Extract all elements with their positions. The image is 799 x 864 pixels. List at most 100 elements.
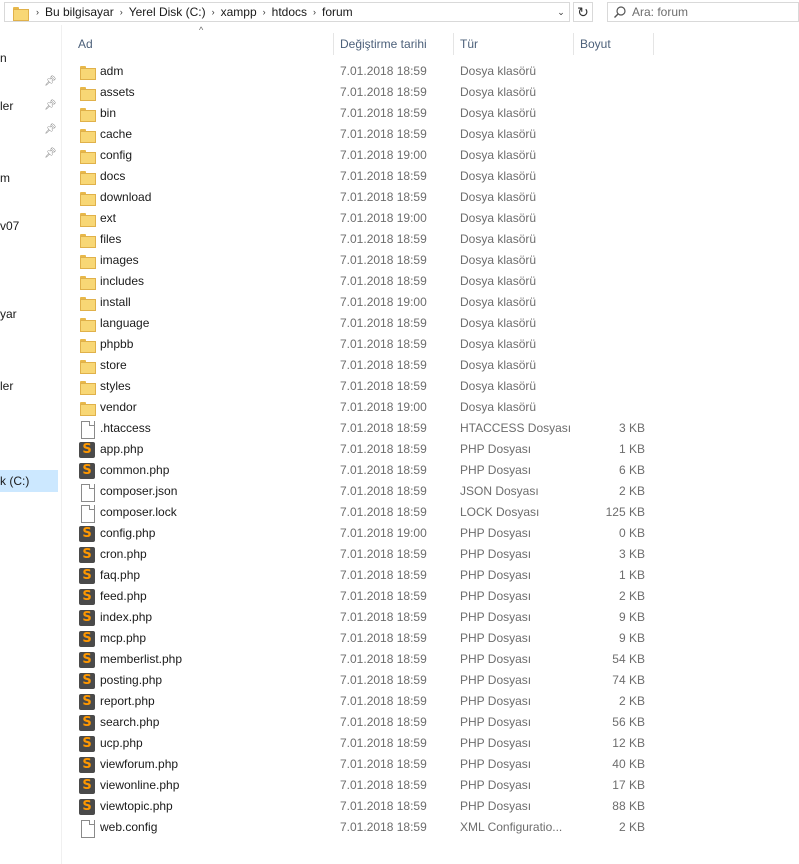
folder-icon [79,106,96,122]
folder-icon [12,5,29,21]
file-row[interactable]: styles 7.01.2018 18:59 Dosya klasörü [62,376,799,397]
pin-icon[interactable]: 📌︎ [44,148,57,160]
chevron-down-icon[interactable]: ⌄ [553,3,569,21]
file-icon [79,505,95,523]
column-date-modified[interactable]: Değiştirme tarihi [334,33,454,55]
file-row[interactable]: download 7.01.2018 18:59 Dosya klasörü [62,187,799,208]
chevron-right-icon[interactable]: › [257,7,272,17]
file-row[interactable]: images 7.01.2018 18:59 Dosya klasörü [62,250,799,271]
pin-icon[interactable]: 📌︎ [44,100,57,112]
file-icon [79,421,95,439]
file-date-modified: 7.01.2018 18:59 [340,106,427,120]
folder-icon [79,316,96,332]
nav-item-local-disk[interactable]: k (C:) [0,470,58,492]
column-type[interactable]: Tür [454,33,574,55]
file-row[interactable]: language 7.01.2018 18:59 Dosya klasörü [62,313,799,334]
chevron-right-icon[interactable]: › [30,7,45,17]
file-row[interactable]: install 7.01.2018 19:00 Dosya klasörü [62,292,799,313]
file-row[interactable]: cache 7.01.2018 18:59 Dosya klasörü [62,124,799,145]
pin-icon[interactable]: 📌︎ [44,76,57,88]
file-size: 1 KB [618,442,645,456]
nav-item[interactable]: n [0,47,58,69]
file-row[interactable]: report.php 7.01.2018 18:59 PHP Dosyası 2 KB [62,691,799,712]
chevron-right-icon[interactable]: › [114,7,129,17]
file-date-modified: 7.01.2018 18:59 [340,421,427,435]
nav-item[interactable]: yar [0,303,58,325]
file-type: Dosya klasörü [460,253,537,267]
folder-icon [79,211,96,227]
refresh-button[interactable]: ↻ [573,2,593,22]
file-row[interactable]: config 7.01.2018 19:00 Dosya klasörü [62,145,799,166]
nav-item-label: ler [0,379,14,393]
address-box[interactable]: › Bu bilgisayar › Yerel Disk (C:) › xamp… [4,2,570,22]
file-type: Dosya klasörü [460,85,537,99]
column-name[interactable]: Ad [72,33,334,55]
file-type: Dosya klasörü [460,337,537,351]
breadcrumb-local-disk[interactable]: Yerel Disk (C:) [129,5,206,19]
file-date-modified: 7.01.2018 18:59 [340,253,427,267]
file-row[interactable]: docs 7.01.2018 18:59 Dosya klasörü [62,166,799,187]
php-file-icon [79,567,95,584]
file-row[interactable]: mcp.php 7.01.2018 18:59 PHP Dosyası 9 KB [62,628,799,649]
file-icon [79,484,95,502]
breadcrumb-forum[interactable]: forum [322,5,353,19]
file-type: PHP Dosyası [460,715,532,729]
file-row[interactable]: .htaccess 7.01.2018 18:59 HTACCESS Dosyası… [62,418,799,439]
file-size: 54 KB [612,652,645,666]
column-size[interactable]: Boyut [574,33,654,55]
file-row[interactable]: posting.php 7.01.2018 18:59 PHP Dosyası 74 … [62,670,799,691]
file-row[interactable]: search.php 7.01.2018 18:59 PHP Dosyası 56 K… [62,712,799,733]
php-file-icon [79,714,95,731]
file-row[interactable]: viewonline.php 7.01.2018 18:59 PHP Dosyası… [62,775,799,796]
search-input[interactable] [632,5,792,19]
breadcrumb-this-pc[interactable]: Bu bilgisayar [45,5,114,19]
file-date-modified: 7.01.2018 18:59 [340,589,427,603]
file-date-modified: 7.01.2018 18:59 [340,505,427,519]
file-list: adm 7.01.2018 18:59 Dosya klasörü assets 7.0… [62,61,799,838]
nav-item[interactable]: v07 [0,215,58,237]
file-row[interactable]: config.php 7.01.2018 19:00 PHP Dosyası 0 KB [62,523,799,544]
file-name: cron.php [100,547,147,561]
file-date-modified: 7.01.2018 18:59 [340,736,427,750]
file-row[interactable]: store 7.01.2018 18:59 Dosya klasörü [62,355,799,376]
file-size: 1 KB [618,568,645,582]
file-row[interactable]: app.php 7.01.2018 18:59 PHP Dosyası 1 KB [62,439,799,460]
chevron-right-icon[interactable]: › [307,7,322,17]
file-row[interactable]: adm 7.01.2018 18:59 Dosya klasörü [62,61,799,82]
chevron-right-icon[interactable]: › [206,7,221,17]
folder-icon [79,379,96,395]
file-row[interactable]: composer.json 7.01.2018 18:59 JSON Dosyası… [62,481,799,502]
file-row[interactable]: cron.php 7.01.2018 18:59 PHP Dosyası 3 KB [62,544,799,565]
file-row[interactable]: faq.php 7.01.2018 18:59 PHP Dosyası 1 KB [62,565,799,586]
file-name: composer.json [100,484,178,498]
file-row[interactable]: includes 7.01.2018 18:59 Dosya klasörü [62,271,799,292]
search-box[interactable] [607,2,799,22]
nav-item[interactable]: m [0,167,58,189]
file-size: 2 KB [618,694,645,708]
breadcrumb-xampp[interactable]: xampp [221,5,257,19]
folder-icon [79,274,96,290]
folder-icon [79,253,96,269]
file-row[interactable]: files 7.01.2018 18:59 Dosya klasörü [62,229,799,250]
file-row[interactable]: composer.lock 7.01.2018 18:59 LOCK Dosyası… [62,502,799,523]
pin-icon[interactable]: 📌︎ [44,124,57,136]
file-row[interactable]: assets 7.01.2018 18:59 Dosya klasörü [62,82,799,103]
breadcrumb-htdocs[interactable]: htdocs [272,5,307,19]
file-row[interactable]: web.config 7.01.2018 18:59 XML Configurati… [62,817,799,838]
file-row[interactable]: vendor 7.01.2018 19:00 Dosya klasörü [62,397,799,418]
file-row[interactable]: feed.php 7.01.2018 18:59 PHP Dosyası 2 KB [62,586,799,607]
php-file-icon [79,756,95,773]
file-row[interactable]: ext 7.01.2018 19:00 Dosya klasörü [62,208,799,229]
nav-item[interactable]: ler [0,375,58,397]
file-row[interactable]: viewforum.php 7.01.2018 18:59 PHP Dosyası 4… [62,754,799,775]
file-type: LOCK Dosyası [460,505,540,519]
file-name: language [100,316,150,330]
file-row[interactable]: index.php 7.01.2018 18:59 PHP Dosyası 9 KB [62,607,799,628]
file-row[interactable]: memberlist.php 7.01.2018 18:59 PHP Dosyası… [62,649,799,670]
file-row[interactable]: viewtopic.php 7.01.2018 18:59 PHP Dosyası 8… [62,796,799,817]
file-row[interactable]: bin 7.01.2018 18:59 Dosya klasörü [62,103,799,124]
file-date-modified: 7.01.2018 18:59 [340,358,427,372]
file-row[interactable]: ucp.php 7.01.2018 18:59 PHP Dosyası 12 KB [62,733,799,754]
file-row[interactable]: phpbb 7.01.2018 18:59 Dosya klasörü [62,334,799,355]
file-row[interactable]: common.php 7.01.2018 18:59 PHP Dosyası 6 KB [62,460,799,481]
